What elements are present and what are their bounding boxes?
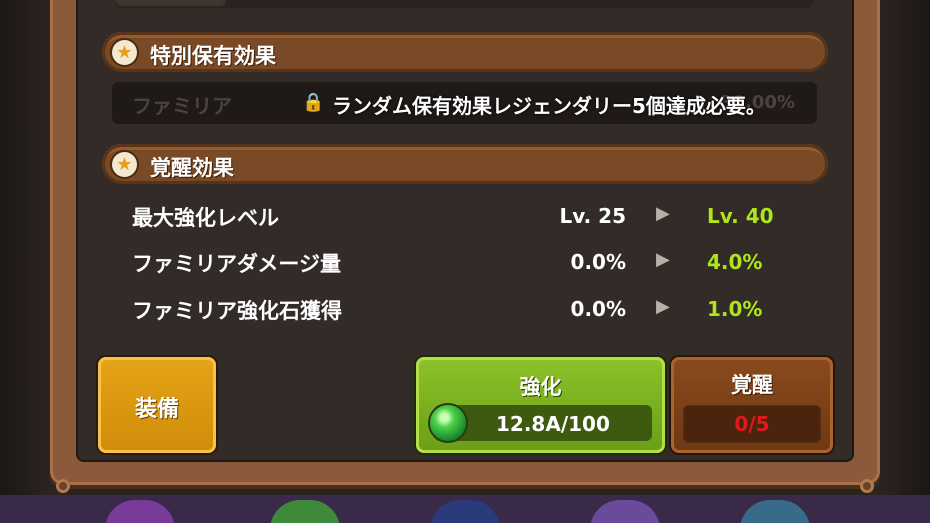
frame-bolt [860, 479, 874, 493]
awaken-effect-title: 覚醒効果 [150, 156, 234, 180]
stat-row-damage: ファミリアダメージ量 0.0% ▶ 4.0% [132, 248, 792, 278]
stat-current: 0.0% [570, 297, 626, 321]
special-effect-header: ★ 特別保有効果 [102, 32, 828, 72]
play-arrow-icon: ▶ [656, 249, 670, 270]
green-gem-icon [430, 405, 466, 441]
special-effect-locked-row: ファミリア 30.00% 🔒 ランダム保有効果レジェンダリー5個達成必要。 [112, 82, 817, 124]
star-icon: ★ [112, 152, 137, 177]
awaken-effect-header: ★ 覚醒効果 [102, 144, 828, 184]
enhance-button[interactable]: 強化 12.8A/100 [416, 357, 665, 453]
awaken-button[interactable]: 覚醒 0/5 [671, 357, 833, 453]
stat-next: 1.0% [707, 297, 763, 321]
stat-row-max-level: 最大強化レベル Lv. 25 ▶ Lv. 40 [132, 202, 792, 232]
stat-current: 0.0% [570, 250, 626, 274]
play-arrow-icon: ▶ [656, 203, 670, 224]
stat-current: Lv. 25 [559, 204, 626, 228]
top-strip [116, 0, 813, 8]
equip-button[interactable]: 装備 [98, 357, 216, 453]
stat-next: 4.0% [707, 250, 763, 274]
awaken-button-label: 覚醒 [731, 373, 773, 397]
play-arrow-icon: ▶ [656, 296, 670, 317]
special-effect-title: 特別保有効果 [150, 44, 276, 68]
stat-row-stone-gain: ファミリア強化石獲得 0.0% ▶ 1.0% [132, 295, 792, 325]
frame-bolt [56, 479, 70, 493]
enhance-cost: 12.8A/100 [496, 412, 610, 436]
locked-message: ランダム保有効果レジェンダリー5個達成必要。 [332, 94, 766, 118]
lock-icon: 🔒 [302, 92, 325, 113]
equip-button-label: 装備 [134, 397, 179, 422]
enhance-button-label: 強化 [519, 375, 562, 399]
awaken-count: 0/5 [734, 412, 770, 436]
stat-label: ファミリアダメージ量 [132, 252, 341, 276]
stat-label: ファミリア強化石獲得 [132, 299, 342, 323]
top-strip-segment [116, 0, 226, 6]
star-icon: ★ [112, 40, 137, 65]
stat-label: 最大強化レベル [132, 206, 279, 230]
faded-effect-label: ファミリア [132, 94, 232, 118]
stat-next: Lv. 40 [707, 204, 774, 228]
